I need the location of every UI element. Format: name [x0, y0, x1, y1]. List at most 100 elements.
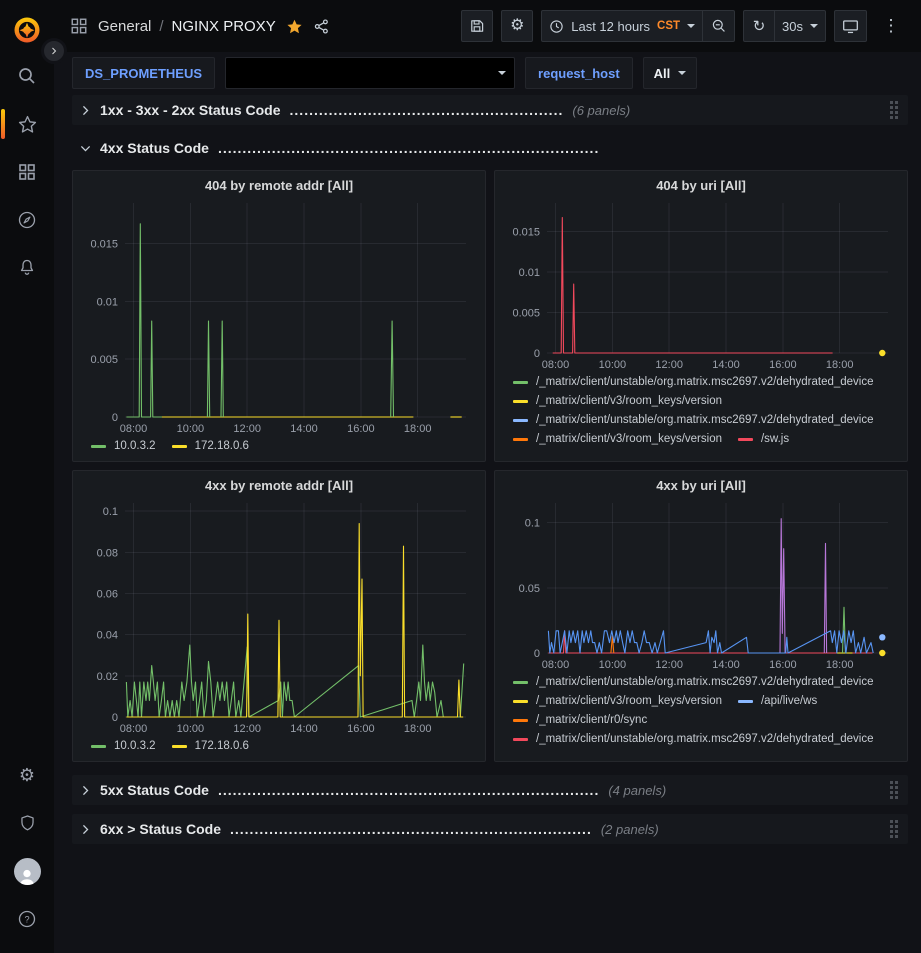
datasource-variable-label[interactable]: DS_PROMETHEUS	[72, 57, 215, 89]
svg-text:12:00: 12:00	[233, 723, 261, 735]
row-title: 5xx Status Code	[100, 782, 209, 798]
svg-text:18:00: 18:00	[404, 423, 432, 435]
row-panel-count: (4 panels)	[608, 783, 666, 798]
svg-text:0: 0	[112, 412, 118, 424]
legend-item[interactable]: /_matrix/client/v3/room_keys/version	[513, 695, 722, 707]
bell-icon	[17, 258, 37, 278]
dashboard-apps-icon	[70, 17, 88, 35]
save-icon	[469, 18, 485, 34]
refresh-interval-picker[interactable]: 30s	[775, 10, 826, 42]
time-series-chart[interactable]: 08:0010:0012:0014:0016:0018:0000.0050.01…	[83, 195, 475, 437]
legend-color-swatch	[172, 745, 187, 748]
time-series-chart[interactable]: 08:0010:0012:0014:0016:0018:0000.0050.01…	[505, 195, 897, 373]
svg-text:0.08: 0.08	[97, 547, 118, 559]
legend-item[interactable]: 10.0.3.2	[91, 740, 156, 752]
compass-icon	[17, 210, 37, 230]
row-header-4xx[interactable]: 4xx Status Code ........................…	[72, 134, 908, 162]
panel-title[interactable]: 404 by uri [All]	[505, 178, 897, 193]
legend-color-swatch	[513, 381, 528, 384]
breadcrumb-dashboard-title[interactable]: NGINX PROXY	[172, 18, 276, 35]
chevron-down-icon	[80, 143, 91, 154]
legend-color-swatch	[513, 419, 528, 422]
legend-series-name: /api/live/ws	[761, 695, 817, 707]
sidebar-expand-button[interactable]	[41, 38, 67, 64]
legend-item[interactable]: /sw.js	[738, 433, 789, 445]
time-series-chart[interactable]: 08:0010:0012:0014:0016:0018:0000.020.040…	[83, 495, 475, 737]
star-outline-icon	[17, 114, 38, 135]
time-range-picker[interactable]: Last 12 hours CST	[541, 10, 703, 42]
dashboards-grid-icon	[17, 162, 37, 182]
row-title: 4xx Status Code	[100, 140, 209, 156]
panel-title[interactable]: 4xx by uri [All]	[505, 478, 897, 493]
legend-item[interactable]: /_matrix/client/r0/sync	[513, 714, 647, 726]
favorite-star-button[interactable]	[286, 18, 303, 35]
legend-series-name: /_matrix/client/unstable/org.matrix.msc2…	[536, 414, 874, 426]
legend-color-swatch	[91, 745, 106, 748]
legend-color-swatch	[513, 438, 528, 441]
legend-item[interactable]: /api/live/ws	[738, 695, 817, 707]
legend-row: 10.0.3.2 172.18.0.6	[91, 440, 473, 452]
save-dashboard-button[interactable]	[461, 10, 493, 42]
search-icon	[17, 66, 37, 86]
panel-title[interactable]: 404 by remote addr [All]	[83, 178, 475, 193]
breadcrumb: General / NGINX PROXY	[98, 18, 276, 35]
row-title: 6xx > Status Code	[100, 821, 221, 837]
legend-row: /_matrix/client/v3/room_keys/version/sw.…	[513, 433, 895, 445]
main-area: General / NGINX PROXY	[54, 0, 921, 953]
svg-text:0.01: 0.01	[519, 267, 540, 279]
svg-text:14:00: 14:00	[290, 423, 318, 435]
request-host-variable-select[interactable]: All	[643, 57, 698, 89]
more-options-button[interactable]: ⋮	[875, 10, 907, 42]
row-title-dots: ........................................…	[230, 821, 592, 837]
svg-text:12:00: 12:00	[233, 423, 261, 435]
legend-item[interactable]: /_matrix/client/v3/room_keys/version	[513, 395, 722, 407]
row-header-5xx[interactable]: 5xx Status Code ........................…	[72, 775, 908, 805]
clock-icon	[549, 19, 564, 34]
row-title-dots: ........................................…	[218, 140, 599, 156]
legend-item[interactable]: /_matrix/client/unstable/org.matrix.msc2…	[513, 376, 874, 388]
row-drag-handle[interactable]	[890, 820, 898, 838]
cycle-view-mode-button[interactable]	[834, 10, 867, 42]
svg-text:08:00: 08:00	[542, 659, 570, 671]
request-host-variable-label[interactable]: request_host	[525, 57, 633, 89]
svg-text:0.1: 0.1	[525, 518, 540, 530]
panel-4xx-by-uri: 4xx by uri [All] 08:0010:0012:0014:0016:…	[494, 470, 908, 762]
star-filled-icon	[286, 18, 303, 35]
legend-item[interactable]: /_matrix/client/unstable/org.matrix.msc2…	[513, 414, 874, 426]
sidebar-item-profile[interactable]	[0, 847, 54, 895]
refresh-button[interactable]: ↻	[743, 10, 775, 42]
row-header-6xx[interactable]: 6xx > Status Code ......................…	[72, 814, 908, 844]
row-drag-handle[interactable]	[890, 101, 898, 119]
sidebar: ⚙ ?	[0, 0, 54, 953]
legend-item[interactable]: /_matrix/client/unstable/org.matrix.msc2…	[513, 676, 874, 688]
legend-row: /_matrix/client/v3/room_keys/version/api…	[513, 695, 895, 707]
panel-title[interactable]: 4xx by remote addr [All]	[83, 478, 475, 493]
sidebar-item-alerting[interactable]	[0, 244, 54, 292]
row-drag-handle[interactable]	[890, 781, 898, 799]
zoom-out-time-button[interactable]	[703, 10, 735, 42]
time-series-chart[interactable]: 08:0010:0012:0014:0016:0018:0000.050.1	[505, 495, 897, 673]
legend-item[interactable]: /_matrix/client/unstable/org.matrix.msc2…	[513, 733, 874, 745]
legend-series-name: /_matrix/client/unstable/org.matrix.msc2…	[536, 376, 874, 388]
datasource-variable-select[interactable]	[225, 57, 515, 89]
sidebar-item-explore[interactable]	[0, 196, 54, 244]
breadcrumb-folder[interactable]: General	[98, 18, 151, 35]
legend-item[interactable]: 172.18.0.6	[172, 740, 249, 752]
svg-text:10:00: 10:00	[177, 423, 205, 435]
legend-color-swatch	[738, 700, 753, 703]
sidebar-item-dashboards[interactable]	[0, 148, 54, 196]
legend-item[interactable]: 10.0.3.2	[91, 440, 156, 452]
sidebar-item-help[interactable]: ?	[0, 895, 54, 943]
sidebar-item-server-admin[interactable]	[0, 799, 54, 847]
share-dashboard-button[interactable]	[313, 18, 330, 35]
legend-item[interactable]: /_matrix/client/v3/room_keys/version	[513, 433, 722, 445]
legend-series-name: /_matrix/client/r0/sync	[536, 714, 647, 726]
sidebar-item-configuration[interactable]: ⚙	[0, 751, 54, 799]
row-header-1xx-3xx-2xx[interactable]: 1xx - 3xx - 2xx Status Code ............…	[72, 95, 908, 125]
dashboard-settings-button[interactable]: ⚙	[501, 10, 533, 42]
svg-text:0.01: 0.01	[97, 296, 118, 308]
legend-item[interactable]: 172.18.0.6	[172, 440, 249, 452]
sidebar-item-starred[interactable]	[0, 100, 54, 148]
panel-grid: 404 by remote addr [All] 08:0010:0012:00…	[72, 170, 908, 762]
svg-text:0.02: 0.02	[97, 671, 118, 683]
